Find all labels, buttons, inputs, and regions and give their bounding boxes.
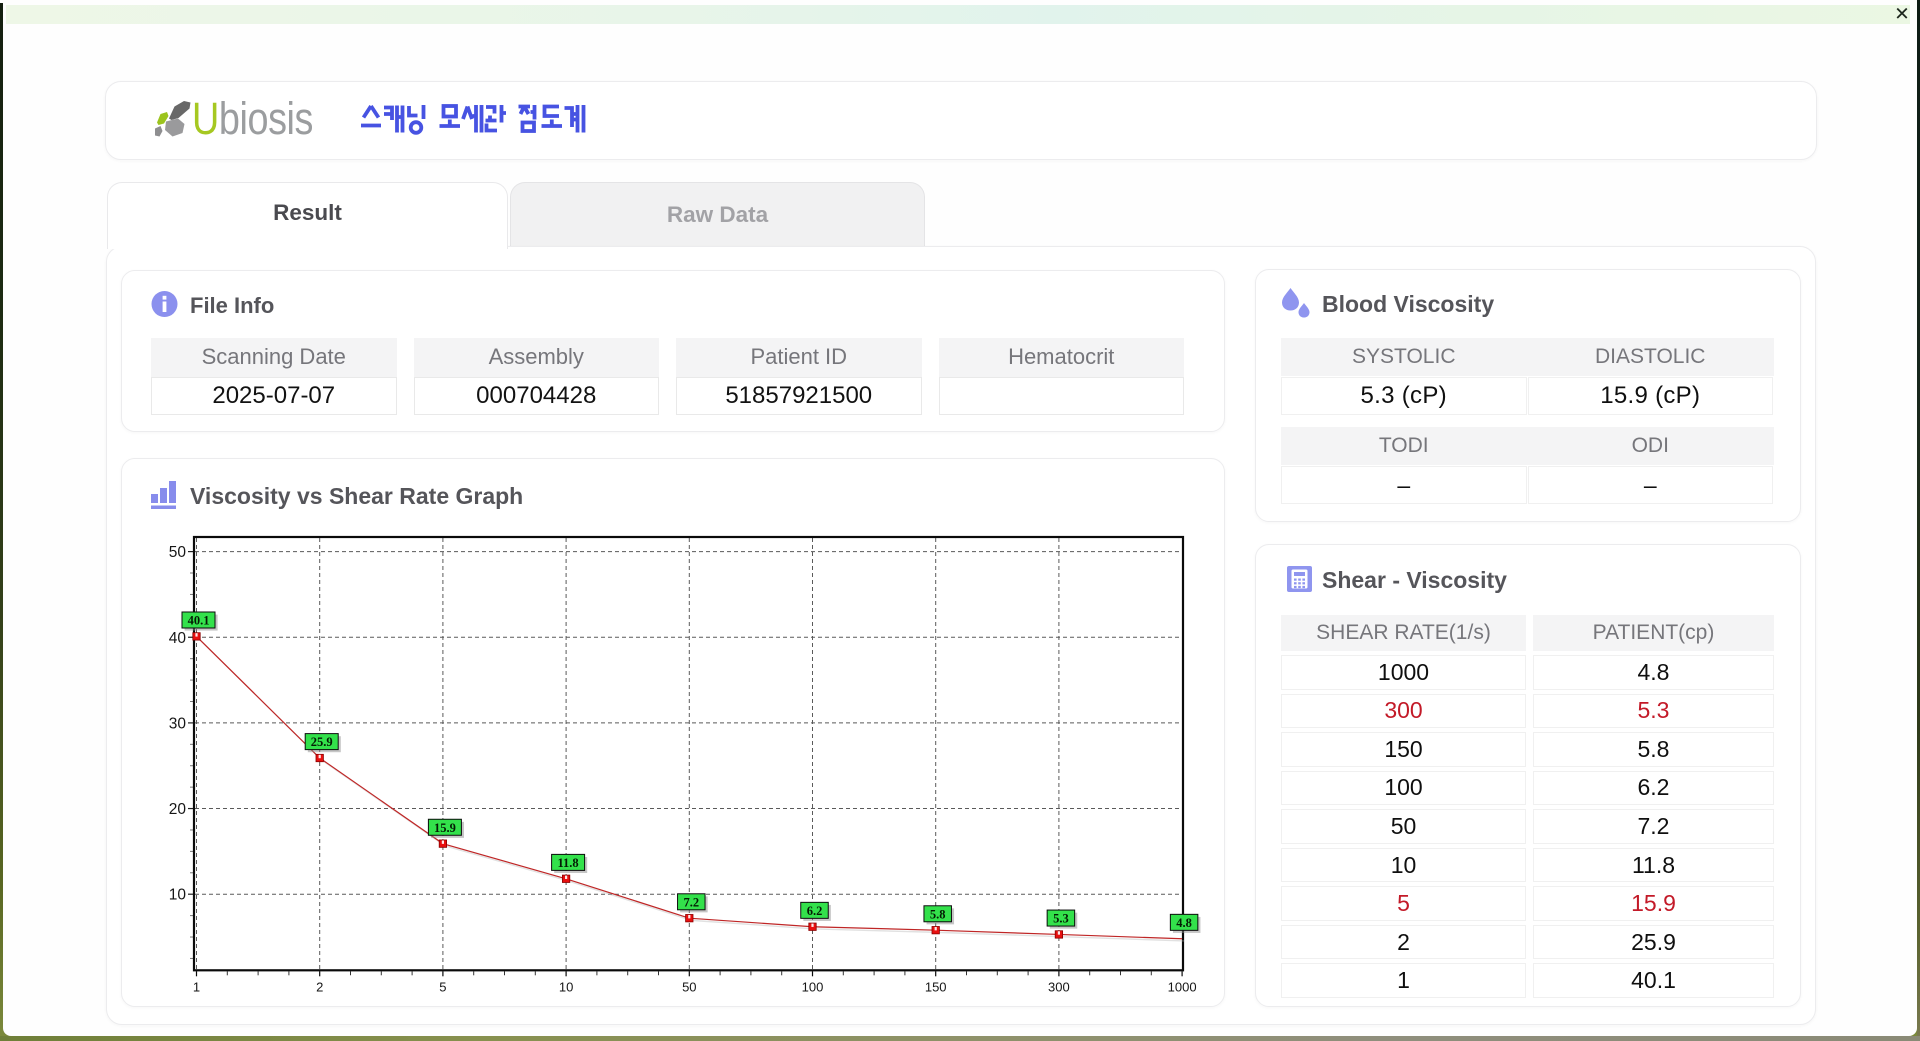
svg-text:10: 10: [169, 887, 187, 904]
svg-text:6.2: 6.2: [807, 904, 823, 918]
svg-text:5: 5: [439, 979, 446, 994]
svg-text:50: 50: [169, 544, 187, 561]
svg-text:11.8: 11.8: [558, 856, 579, 870]
svg-text:150: 150: [925, 979, 947, 994]
svg-text:20: 20: [169, 801, 187, 818]
svg-text:300: 300: [1048, 979, 1070, 994]
svg-text:5.8: 5.8: [930, 907, 946, 921]
svg-text:15.9: 15.9: [434, 821, 456, 835]
svg-text:10: 10: [559, 979, 573, 994]
svg-text:1000: 1000: [1168, 979, 1197, 994]
svg-text:30: 30: [169, 715, 187, 732]
svg-text:5.3: 5.3: [1053, 912, 1069, 926]
svg-text:25.9: 25.9: [311, 735, 333, 749]
svg-text:7.2: 7.2: [683, 895, 699, 909]
svg-text:100: 100: [802, 979, 824, 994]
svg-text:50: 50: [682, 979, 696, 994]
svg-text:1: 1: [193, 979, 200, 994]
svg-text:2: 2: [316, 979, 323, 994]
svg-text:40: 40: [169, 630, 187, 647]
svg-text:40.1: 40.1: [188, 613, 210, 627]
svg-text:4.8: 4.8: [1176, 916, 1192, 930]
